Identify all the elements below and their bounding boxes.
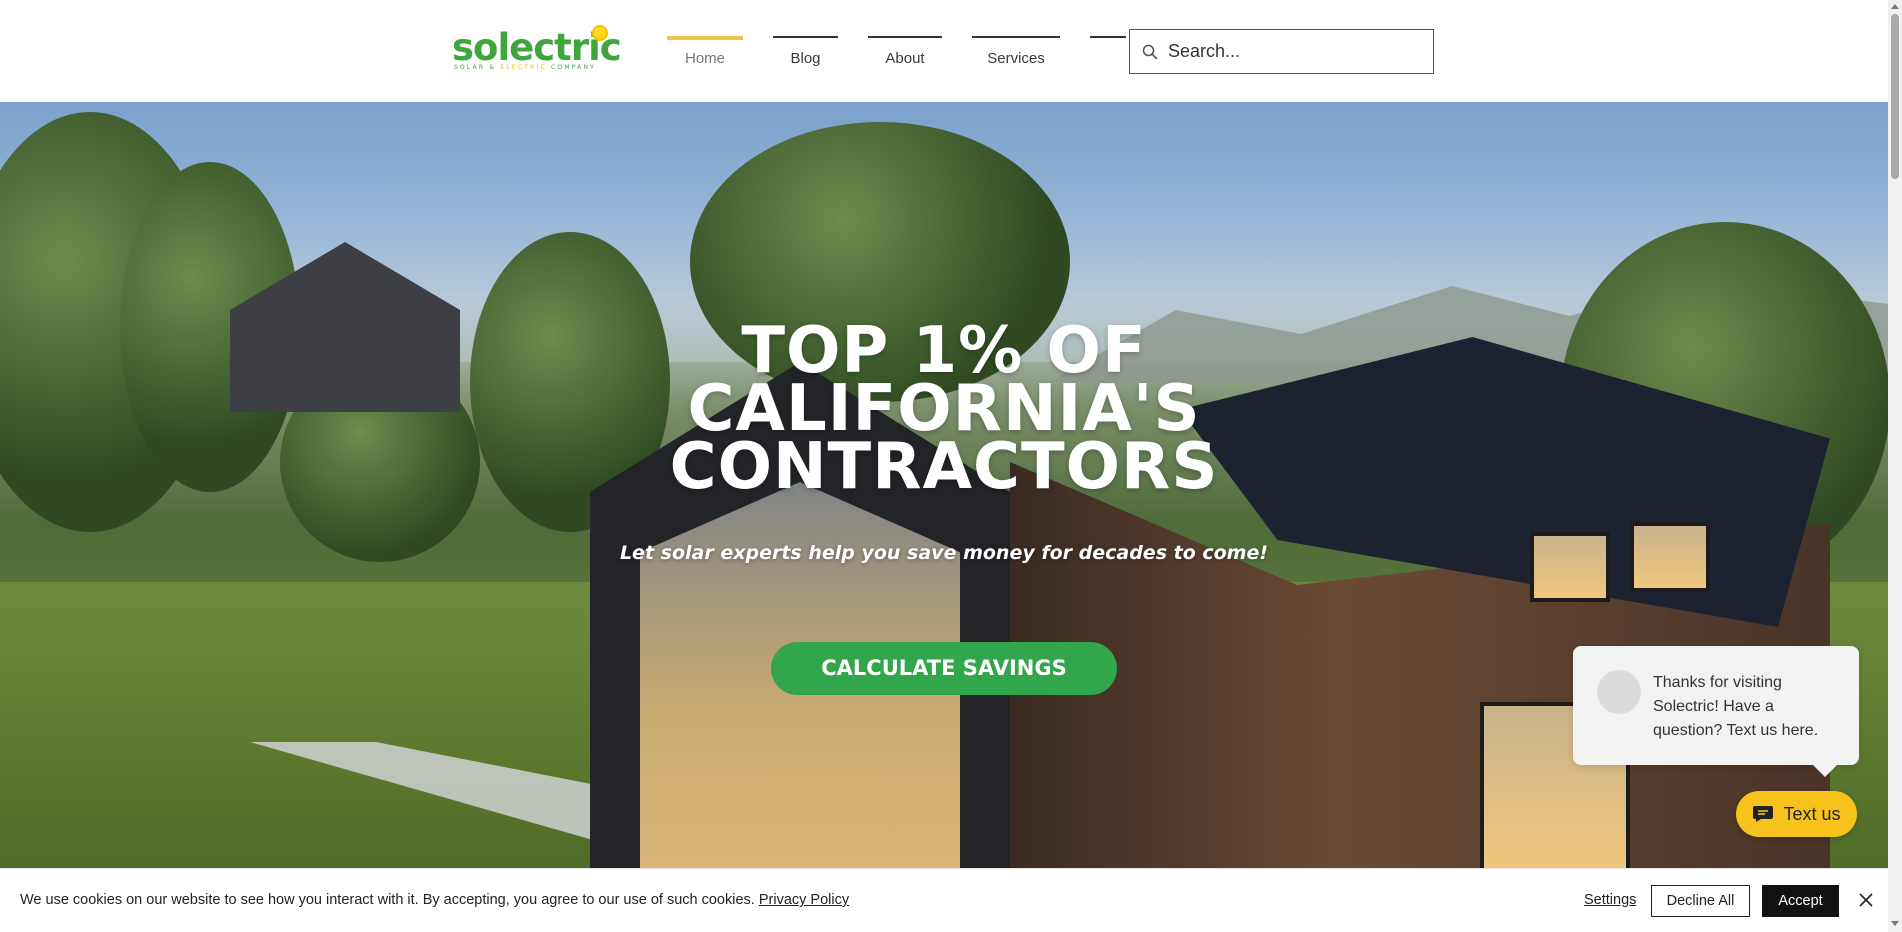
nav-about-label: About [885,50,925,67]
hero-subtitle: Let solar experts help you save money fo… [619,542,1269,564]
scroll-down-arrow-icon[interactable] [1891,921,1899,926]
page-scrollbar[interactable] [1888,0,1902,932]
privacy-policy-link[interactable]: Privacy Policy [759,892,849,908]
solectric-logo[interactable]: solectric SOLAR & ELECTRIC COMPANY [452,25,622,74]
nav-about[interactable]: About [868,36,942,72]
accept-button[interactable]: Accept [1762,885,1839,917]
lightbulb-icon [592,25,608,41]
hero-headline: TOP 1% OF CALIFORNIA'S CONTRACTORS [0,319,1888,504]
chat-avatar [1597,670,1641,714]
cookie-message-text: We use cookies on our website to see how… [20,892,755,908]
close-icon[interactable] [1855,889,1877,911]
scrollbar-thumb[interactable] [1891,14,1899,179]
cookie-settings-link[interactable]: Settings [1584,892,1636,908]
search-icon [1142,44,1158,60]
site-header: solectric SOLAR & ELECTRIC COMPANY Home … [0,0,1888,102]
chat-greeting-text: Thanks for visiting Solectric! Have a qu… [1653,674,1819,739]
cookie-message: We use cookies on our website to see how… [20,892,849,908]
search-input[interactable] [1168,41,1418,62]
nav-services-label: Services [987,50,1045,67]
nav-more-item[interactable] [1090,36,1126,38]
text-us-button[interactable]: Text us [1736,791,1857,837]
nav-home-label: Home [684,50,725,67]
logo-wordmark: solectric [452,26,622,69]
chat-bubble-icon [1753,806,1774,822]
hero-headline-line3: CONTRACTORS [669,430,1219,504]
nav-home[interactable]: Home [667,36,743,72]
cookie-banner: We use cookies on our website to see how… [0,868,1888,932]
chat-greeting-bubble[interactable]: Thanks for visiting Solectric! Have a qu… [1573,646,1859,777]
calculate-savings-button[interactable]: CALCULATE SAVINGS [771,642,1117,695]
text-us-label: Text us [1783,803,1841,824]
nav-services[interactable]: Services [972,36,1060,72]
nav-blog-label: Blog [790,50,821,67]
nav-blog[interactable]: Blog [773,36,838,72]
scroll-up-arrow-icon[interactable] [1891,4,1899,9]
logo-tagline: SOLAR & ELECTRIC COMPANY [454,64,596,71]
search-box[interactable] [1129,29,1434,74]
decline-all-button[interactable]: Decline All [1651,885,1750,917]
